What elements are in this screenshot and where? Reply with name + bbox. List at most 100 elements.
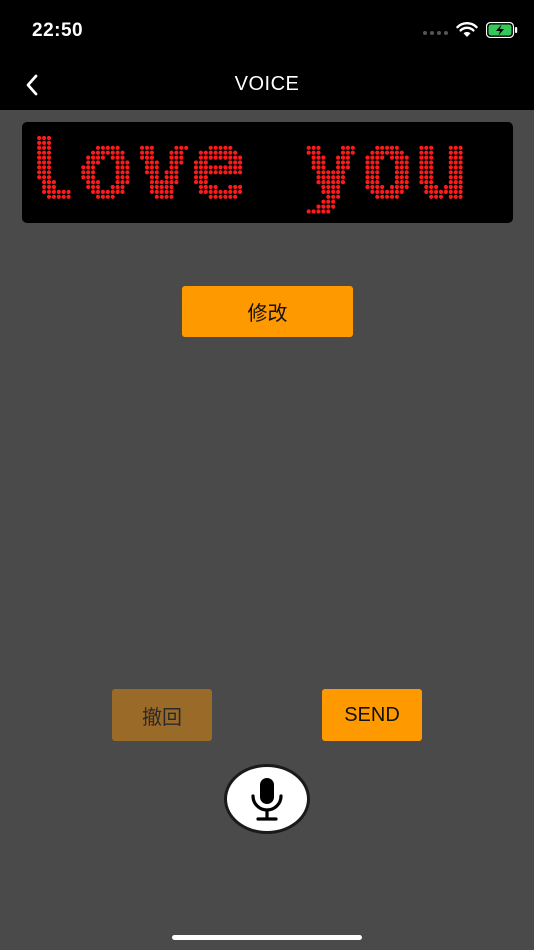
led-dot <box>375 184 380 190</box>
led-dot <box>233 165 238 170</box>
led-dot <box>46 184 52 190</box>
led-dot <box>46 170 52 175</box>
led-dot <box>144 170 150 175</box>
led-dot <box>331 175 336 180</box>
led-dot <box>208 170 213 175</box>
led-dot <box>91 170 96 175</box>
led-dot <box>169 184 174 190</box>
led-dot <box>311 145 316 150</box>
led-dot <box>115 150 120 155</box>
led-dot <box>380 184 385 190</box>
led-dot <box>159 180 164 185</box>
led-dot <box>51 180 56 185</box>
led-dot <box>213 170 218 175</box>
led-dot <box>238 189 243 194</box>
led-dot <box>458 145 463 150</box>
led-dot <box>95 180 101 185</box>
led-dot <box>193 180 199 185</box>
led-dot <box>458 160 463 165</box>
led-dot <box>326 170 331 175</box>
led-dot <box>238 184 243 190</box>
led-dot <box>424 175 429 180</box>
led-dot <box>350 145 355 150</box>
led-dot <box>424 184 429 190</box>
led-dot <box>316 145 321 150</box>
led-dot <box>193 160 199 165</box>
led-dot <box>394 150 399 155</box>
led-dot <box>394 180 399 185</box>
led-dot <box>458 194 463 199</box>
led-dot <box>370 170 375 175</box>
led-dot <box>453 145 458 150</box>
send-button[interactable]: SEND <box>322 689 422 741</box>
led-dot <box>115 180 120 185</box>
led-dot <box>110 194 115 199</box>
led-dot <box>42 145 47 150</box>
led-dot <box>238 165 243 170</box>
led-dot <box>223 150 228 155</box>
led-dot <box>448 160 453 165</box>
undo-button[interactable]: 撤回 <box>112 689 212 741</box>
led-dot <box>213 194 218 199</box>
led-dot <box>105 194 110 199</box>
led-dot <box>203 189 208 194</box>
led-dot <box>120 180 125 185</box>
led-dot <box>169 189 174 194</box>
led-dot <box>321 170 326 175</box>
led-dot <box>419 165 424 170</box>
led-dot <box>169 160 174 165</box>
led-dot <box>448 170 453 175</box>
led-dot <box>120 170 125 175</box>
mic-button[interactable] <box>224 764 310 834</box>
led-dot <box>125 175 130 180</box>
led-dot <box>149 145 154 150</box>
led-dot <box>316 160 321 165</box>
led-dot <box>331 199 336 204</box>
led-dot <box>110 155 115 160</box>
led-dot <box>208 194 213 199</box>
led-dot <box>375 160 380 165</box>
led-dot <box>46 135 52 141</box>
edit-button[interactable]: 修改 <box>182 286 353 337</box>
led-dot <box>208 145 213 150</box>
led-dot <box>81 165 86 170</box>
led-dot <box>42 175 47 180</box>
led-dot <box>385 145 390 150</box>
led-dot <box>198 180 203 185</box>
led-dot <box>46 189 52 194</box>
led-dot <box>399 180 404 185</box>
led-dot <box>95 189 101 194</box>
led-dot <box>120 155 125 160</box>
led-dot <box>453 194 458 199</box>
led-dot <box>213 165 218 170</box>
led-dot <box>203 165 208 170</box>
led-dot <box>326 180 331 185</box>
led-dot <box>419 155 424 160</box>
led-dot <box>424 160 429 165</box>
led-dot <box>458 170 463 175</box>
led-dot <box>115 189 120 194</box>
led-dot <box>42 170 47 175</box>
led-dot <box>46 145 52 150</box>
led-dot <box>218 165 223 170</box>
led-dot <box>238 155 243 160</box>
microphone-icon <box>251 778 283 821</box>
led-dot <box>169 165 174 170</box>
led-dot <box>95 160 101 165</box>
led-dot <box>458 189 463 194</box>
led-dot <box>345 155 350 160</box>
led-dot <box>458 165 463 170</box>
led-dot <box>213 150 218 155</box>
led-dot <box>149 150 154 155</box>
led-dot <box>404 155 409 160</box>
led-dot <box>326 194 331 199</box>
led-dot <box>429 165 434 170</box>
led-dot <box>336 194 341 199</box>
led-dot <box>365 160 370 165</box>
led-dot <box>316 155 321 160</box>
led-dot <box>115 175 120 180</box>
led-dot <box>424 189 429 194</box>
led-dot <box>394 160 399 165</box>
led-dot <box>336 184 341 190</box>
led-dot <box>389 189 395 194</box>
